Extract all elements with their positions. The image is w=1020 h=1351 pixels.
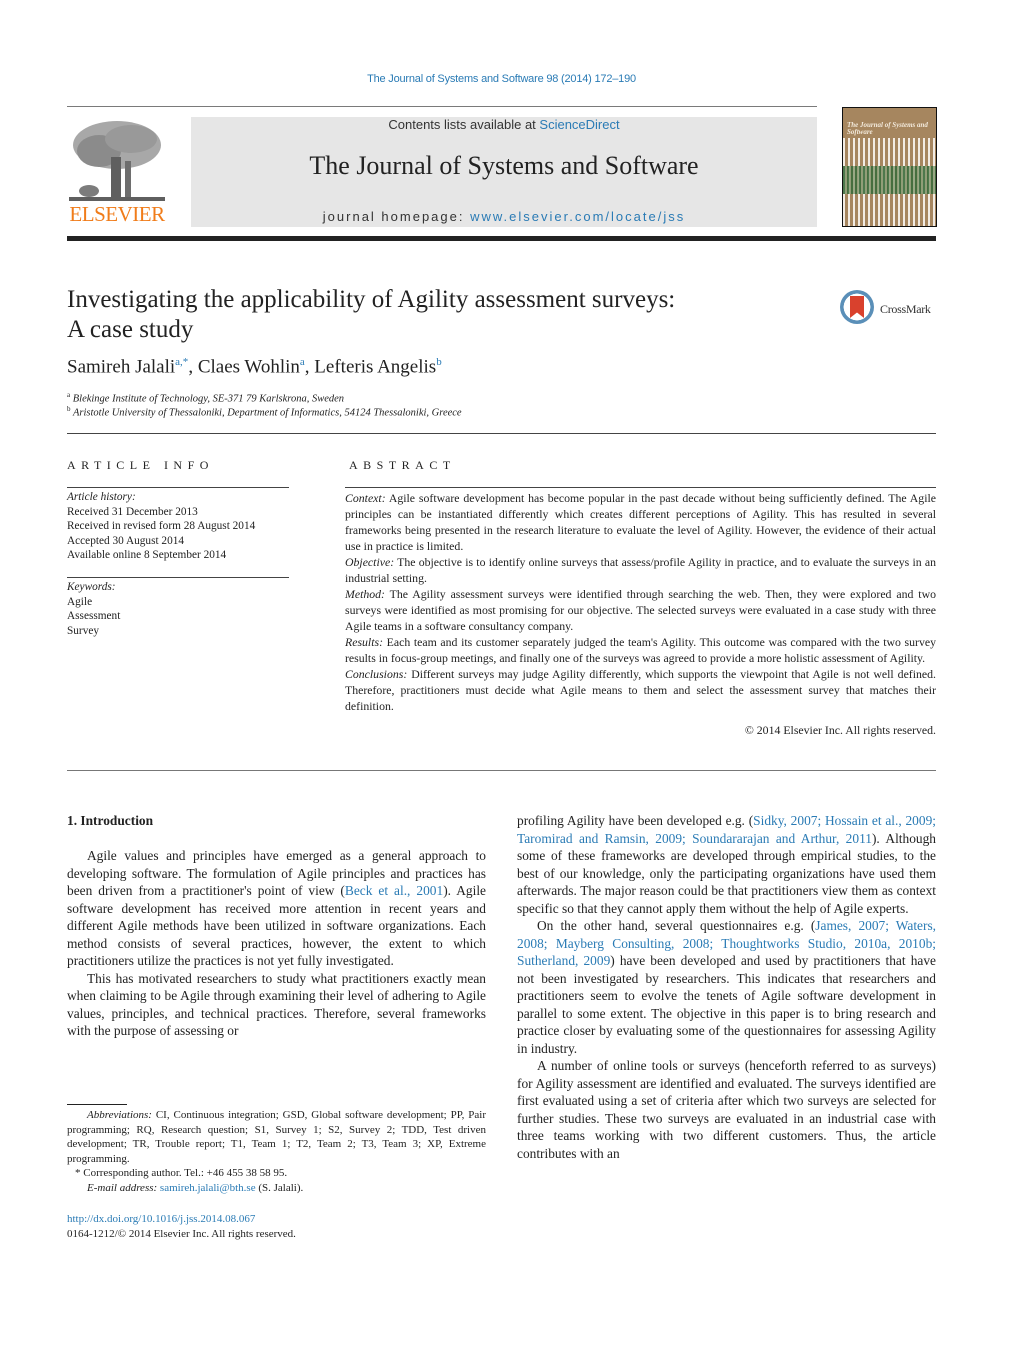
affiliation-text: Aristotle University of Thessaloniki, De… <box>72 407 462 419</box>
article-title: Investigating the applicability of Agili… <box>67 285 807 345</box>
homepage-line: journal homepage: www.elsevier.com/locat… <box>191 209 817 224</box>
history-item: Received in revised form 28 August 2014 <box>67 520 256 532</box>
homepage-link[interactable]: www.elsevier.com/locate/jss <box>470 209 685 224</box>
doi-link[interactable]: http://dx.doi.org/10.1016/j.jss.2014.08.… <box>67 1213 255 1225</box>
keywords-rule <box>67 577 289 578</box>
abstract-rule <box>345 487 936 488</box>
article-history-label: Article history: <box>67 491 136 503</box>
elsevier-wordmark: ELSEVIER <box>69 202 165 226</box>
abstract-method: Method: The Agility assessment surveys w… <box>345 587 936 633</box>
journal-cover-image[interactable]: The Journal of Systems and Software <box>842 107 937 227</box>
header-thick-rule <box>67 236 936 241</box>
body-paragraph: profiling Agility have been developed e.… <box>517 813 936 916</box>
author-list: Samireh Jalalia,*, Claes Wohlina, Lefter… <box>67 356 442 378</box>
author-affiliation-mark[interactable]: b <box>436 356 442 368</box>
journal-title: The Journal of Systems and Software <box>309 151 699 180</box>
author-name[interactable]: Lefteris Angelis <box>314 356 436 377</box>
author-affiliation-mark[interactable]: a,* <box>175 356 188 368</box>
body-paragraph: Agile values and principles have emerged… <box>67 848 486 968</box>
keyword: Survey <box>67 624 100 637</box>
contents-line: Contents lists available at ScienceDirec… <box>191 117 817 132</box>
footnotes: Abbreviations: CI, Continuous integratio… <box>67 1108 486 1195</box>
sciencedirect-link[interactable]: ScienceDirect <box>539 117 619 132</box>
affiliation-mark: a <box>67 391 71 399</box>
email-link[interactable]: samireh.jalali@bth.se <box>160 1182 256 1194</box>
issn-line: 0164-1212/© 2014 Elsevier Inc. All right… <box>67 1227 296 1240</box>
affiliation-mark: b <box>67 405 71 413</box>
email-footnote: E-mail address: samireh.jalali@bth.se (S… <box>87 1181 304 1194</box>
history-item: Accepted 30 August 2014 <box>67 534 185 547</box>
article-info-rule <box>67 487 289 488</box>
body-paragraph: On the other hand, several questionnaire… <box>517 918 936 1056</box>
abstract-context: Context: Agile software development has … <box>345 491 936 553</box>
keyword: Agile <box>67 595 93 608</box>
header-rule <box>67 106 817 107</box>
doi-block: http://dx.doi.org/10.1016/j.jss.2014.08.… <box>67 1212 296 1241</box>
crossmark-label: CrossMark <box>880 302 931 316</box>
contents-prefix: Contents lists available at <box>388 117 540 132</box>
section-heading-introduction: 1. Introduction <box>67 813 154 828</box>
body-paragraph: This has motivated researchers to study … <box>67 970 486 1039</box>
section-rule <box>67 433 936 434</box>
abstract-conclusions: Conclusions: Different surveys may judge… <box>345 667 936 713</box>
article-history: Article history: Received 31 December 20… <box>67 490 289 563</box>
abbreviations-footnote: Abbreviations: CI, Continuous integratio… <box>67 1109 486 1165</box>
author-name[interactable]: Samireh Jalali <box>67 356 175 377</box>
body-column-right: profiling Agility have been developed e.… <box>517 812 936 1162</box>
article-info-heading: ARTICLE INFO <box>67 458 214 472</box>
crossmark-badge[interactable]: CrossMark <box>840 290 940 330</box>
author-name[interactable]: Claes Wohlin <box>198 356 300 377</box>
homepage-prefix: journal homepage: <box>322 209 471 224</box>
corresponding-author-footnote: * Corresponding author. Tel.: +46 455 38… <box>75 1167 288 1179</box>
keywords-label: Keywords: <box>67 581 116 593</box>
abstract-copyright: © 2014 Elsevier Inc. All rights reserved… <box>744 723 936 737</box>
keyword: Assessment <box>67 610 121 622</box>
journal-reference[interactable]: The Journal of Systems and Software 98 (… <box>0 73 1003 85</box>
affiliation: a Blekinge Institute of Technology, SE-3… <box>67 391 344 405</box>
abstract-heading: ABSTRACT <box>349 458 456 472</box>
title-line-1: Investigating the applicability of Agili… <box>67 286 676 313</box>
cover-band <box>843 166 936 194</box>
affiliation-text: Blekinge Institute of Technology, SE-371… <box>72 393 345 405</box>
body-column-left: Agile values and principles have emerged… <box>67 847 486 1040</box>
body-paragraph: A number of online tools or surveys (hen… <box>517 1058 936 1161</box>
author-affiliation-mark[interactable]: a <box>300 356 305 368</box>
history-item: Received 31 December 2013 <box>67 505 198 518</box>
history-item: Available online 8 September 2014 <box>67 549 227 561</box>
footnote-rule <box>67 1104 127 1105</box>
citation-link[interactable]: Beck et al., 2001 <box>345 883 443 898</box>
elsevier-logo: ELSEVIER <box>67 117 167 227</box>
cover-title: The Journal of Systems and Software <box>847 121 928 136</box>
abstract-bottom-rule <box>67 770 936 771</box>
abstract-body: Context: Agile software development has … <box>345 490 936 738</box>
abstract-results: Results: Each team and its customer sepa… <box>345 635 936 665</box>
abstract-objective: Objective: The objective is to identify … <box>345 555 936 585</box>
title-line-2: A case study <box>67 316 194 343</box>
affiliation: b Aristotle University of Thessaloniki, … <box>67 405 462 419</box>
keywords: Keywords: Agile Assessment Survey <box>67 580 289 638</box>
elsevier-tree-icon <box>69 117 165 205</box>
